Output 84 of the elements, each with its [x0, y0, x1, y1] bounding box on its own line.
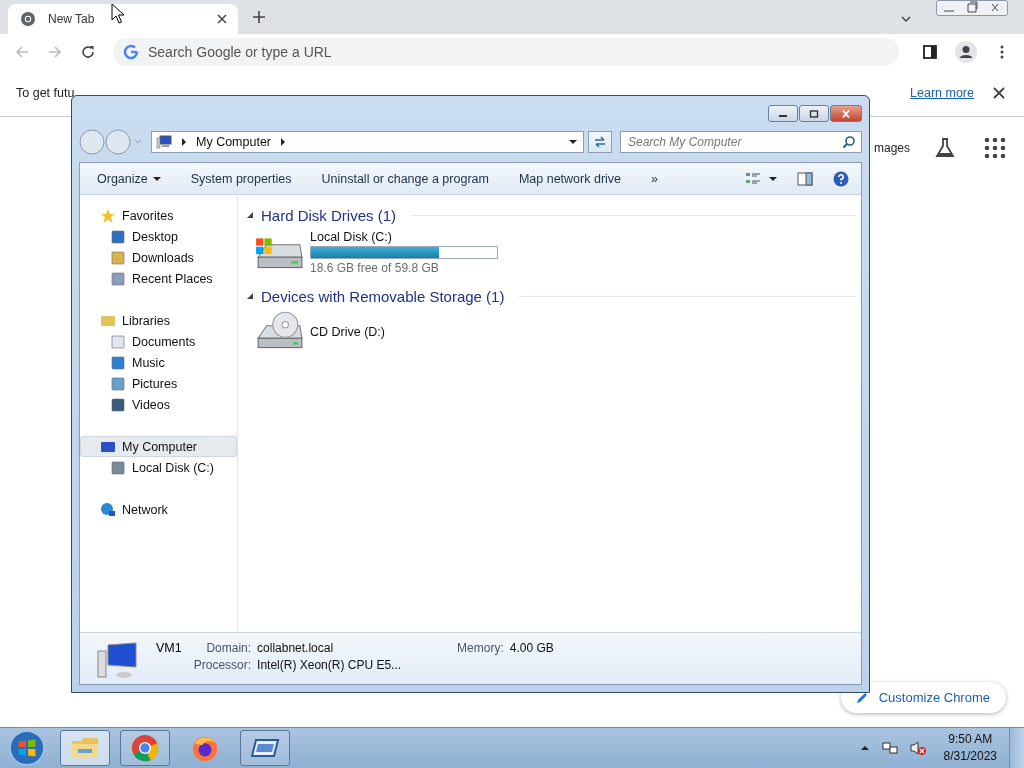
- learn-more-link[interactable]: Learn more: [910, 86, 974, 100]
- help-icon[interactable]: [833, 170, 849, 187]
- address-box[interactable]: My Computer: [151, 131, 584, 153]
- chevron-down-icon[interactable]: [900, 13, 912, 25]
- images-link[interactable]: mages: [873, 141, 910, 155]
- update-message: To get futu: [16, 86, 76, 100]
- dropdown-arrow-icon[interactable]: [569, 138, 577, 146]
- nav-item[interactable]: Libraries: [80, 310, 237, 331]
- address-bar[interactable]: Search Google or type a URL: [113, 38, 899, 66]
- muted-speaker-icon[interactable]: [909, 740, 926, 756]
- apps-grid-icon[interactable]: [984, 137, 1006, 159]
- nav-item[interactable]: Videos: [80, 394, 237, 415]
- view-options-icon[interactable]: [745, 170, 761, 187]
- browser-tab[interactable]: New Tab: [8, 4, 238, 34]
- command-button[interactable]: Organize: [88, 167, 170, 190]
- nav-item[interactable]: Local Disk (C:): [80, 457, 237, 478]
- group-header[interactable]: Hard Disk Drives (1): [261, 206, 396, 224]
- detail-value: 4.00 GB: [509, 641, 554, 655]
- more-commands-button[interactable]: »: [642, 167, 667, 190]
- restore-icon: [809, 109, 819, 118]
- free-space-text: 18.6 GB free of 59.8 GB: [310, 261, 440, 275]
- dropdown-arrow-icon: [152, 174, 161, 183]
- customize-chrome-button[interactable]: Customize Chrome: [840, 682, 1006, 713]
- close-icon[interactable]: [992, 86, 1006, 100]
- dropdown-arrow-icon[interactable]: [769, 174, 777, 183]
- chrome-logo-icon: [20, 11, 36, 27]
- taskbar-button[interactable]: [120, 730, 170, 766]
- refresh-button[interactable]: [588, 131, 612, 153]
- breadcrumb-item[interactable]: My Computer: [196, 135, 272, 149]
- command-button[interactable]: System properties: [181, 167, 301, 190]
- nav-item[interactable]: Network: [80, 499, 237, 520]
- search-field[interactable]: Search My Computer: [620, 131, 862, 153]
- new-tab-icon[interactable]: [252, 10, 266, 24]
- clock[interactable]: 9:50 AM 8/31/2023: [943, 731, 997, 765]
- drive-name: CD Drive (D:): [310, 325, 385, 339]
- close-icon: [841, 109, 851, 118]
- firefox-logo-icon: [190, 734, 220, 762]
- taskbar-button[interactable]: [240, 730, 290, 766]
- close-icon[interactable]: [216, 13, 228, 25]
- detail-value: collabnet.local: [257, 641, 335, 655]
- side-panel-icon[interactable]: [922, 44, 938, 60]
- preview-pane-icon[interactable]: [797, 170, 813, 187]
- taskbar-button[interactable]: [60, 730, 110, 766]
- breadcrumb-arrow-icon: [279, 138, 288, 146]
- computer-name: VM1: [156, 641, 182, 655]
- drive-item[interactable]: CD Drive (D:): [246, 307, 514, 363]
- flask-icon[interactable]: [934, 137, 956, 159]
- show-hidden-icons[interactable]: [859, 743, 870, 753]
- maximize-button[interactable]: [799, 105, 829, 122]
- command-button[interactable]: Map network drive: [509, 167, 631, 190]
- close-button[interactable]: [830, 105, 862, 122]
- nav-item[interactable]: Documents: [80, 331, 237, 352]
- profile-icon[interactable]: [955, 41, 977, 63]
- detail-label: Domain:: [205, 641, 252, 655]
- refresh-arrows-icon: [592, 134, 608, 150]
- nav-item[interactable]: My Computer: [80, 436, 237, 457]
- nav-item[interactable]: Favorites: [80, 205, 237, 226]
- drive-name: Local Disk (C:): [310, 230, 393, 244]
- group-header[interactable]: Devices with Removable Storage (1): [261, 287, 505, 305]
- chrome-logo-icon: [130, 734, 160, 762]
- command-button[interactable]: Uninstall or change a program: [312, 167, 498, 190]
- collapse-arrow-icon[interactable]: [246, 211, 254, 219]
- clock-time: 9:50 AM: [948, 731, 993, 748]
- mouse-cursor-icon: [111, 3, 125, 25]
- detail-value: Intel(R) Xeon(R) CPU E5...: [257, 658, 402, 672]
- google-g-icon: [123, 44, 139, 60]
- nav-item[interactable]: Music: [80, 352, 237, 373]
- reload-icon[interactable]: [80, 44, 96, 60]
- nav-item[interactable]: Desktop: [80, 226, 237, 247]
- pencil-icon: [854, 690, 869, 705]
- collapse-arrow-icon[interactable]: [246, 292, 254, 300]
- window-controls-icon[interactable]: [936, 0, 1008, 16]
- minimize-button[interactable]: [768, 105, 798, 122]
- detail-label: Memory:: [457, 641, 504, 655]
- breadcrumb-arrow-icon: [180, 138, 188, 146]
- detail-label: Processor:: [193, 658, 252, 672]
- drive-item[interactable]: Local Disk (C:) 18.6 GB free of 59.8 GB: [246, 226, 514, 285]
- star-icon: [100, 207, 116, 224]
- start-button[interactable]: [8, 729, 46, 767]
- search-icon: [842, 135, 856, 149]
- clock-date: 8/31/2023: [943, 748, 997, 765]
- nav-item[interactable]: Recent Places: [80, 268, 237, 289]
- nav-item[interactable]: Downloads: [80, 247, 237, 268]
- nav-item[interactable]: Pictures: [80, 373, 237, 394]
